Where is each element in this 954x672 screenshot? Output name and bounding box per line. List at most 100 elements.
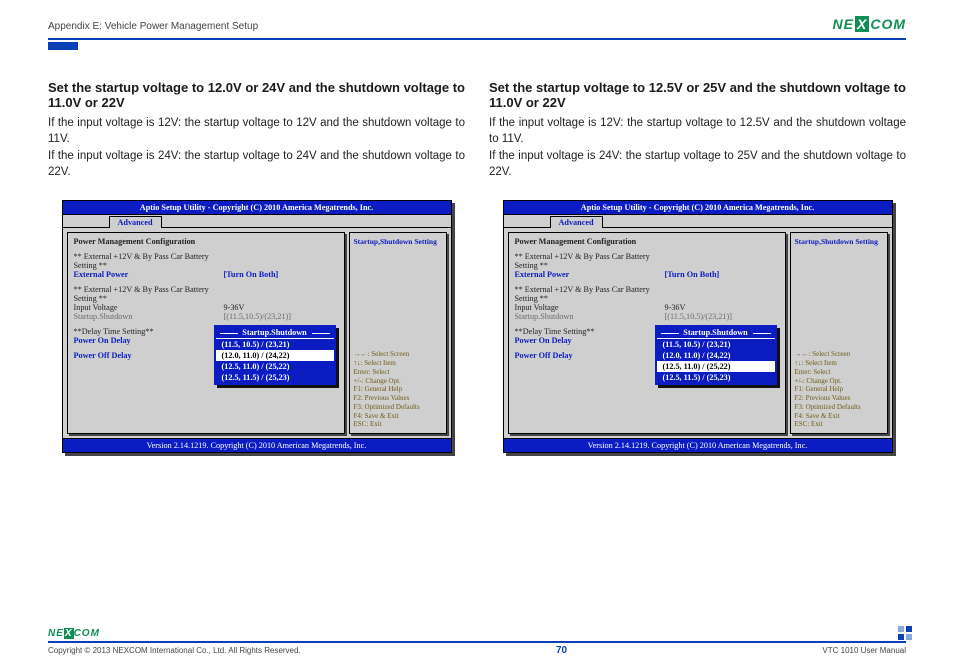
ext-heading-2: ** External +12V & By Pass Car Battery S… — [74, 285, 224, 303]
help-line: ESC: Exit — [354, 420, 442, 429]
help-line: →←: Select Screen — [795, 350, 883, 359]
footer-rule — [48, 641, 906, 643]
pm-config-title: Power Management Configuration — [74, 237, 338, 246]
bios-footer: Version 2.14.1219. Copyright (C) 2010 Am… — [504, 438, 892, 452]
help-line: F1: General Help — [795, 385, 883, 394]
right-pane-title: Startup,Shutdown Setting — [354, 237, 442, 246]
right-paragraph-1: If the input voltage is 12V: the startup… — [489, 116, 906, 147]
power-off-delay[interactable]: Power Off Delay — [74, 351, 224, 360]
logo-small-com: COM — [74, 628, 100, 639]
external-power-value[interactable]: [Turn On Both] — [665, 270, 720, 279]
ext-heading-2: ** External +12V & By Pass Car Battery S… — [515, 285, 665, 303]
popup-option[interactable]: (11.5, 10.5) / (23,21) — [657, 339, 775, 350]
ext-heading-1: ** External +12V & By Pass Car Battery S… — [515, 252, 665, 270]
bios-footer: Version 2.14.1219. Copyright (C) 2010 Am… — [63, 438, 451, 452]
input-voltage-value: 9-36V — [665, 303, 686, 312]
bios-tabbar: Advanced — [504, 215, 892, 228]
page-footer: NEXCOM Copyright © 2013 NEXCOM Internati… — [0, 628, 954, 656]
help-line: ↑↓: Select Item — [354, 359, 442, 368]
help-line: →←: Select Screen — [354, 350, 442, 359]
manual-name: VTC 1010 User Manual — [822, 646, 906, 655]
appendix-title: Appendix E: Vehicle Power Management Set… — [48, 21, 258, 32]
bios-screenshot-right: Aptio Setup Utility - Copyright (C) 2010… — [503, 200, 893, 453]
startup-shutdown-popup[interactable]: Startup.Shutdown (11.5, 10.5) / (23,21)(… — [214, 325, 336, 385]
popup-title: Startup.Shutdown — [216, 327, 334, 339]
right-pane-title: Startup,Shutdown Setting — [795, 237, 883, 246]
bios-left-pane: Power Management Configuration ** Extern… — [67, 232, 345, 434]
left-paragraph-2: If the input voltage is 24V: the startup… — [48, 149, 465, 180]
input-voltage-label[interactable]: Input Voltage — [515, 303, 665, 312]
popup-option[interactable]: (12.5, 11.5) / (25,23) — [216, 372, 334, 383]
help-line: F3: Optimized Defaults — [795, 403, 883, 412]
external-power-label[interactable]: External Power — [74, 270, 224, 279]
bios-right-pane: Startup,Shutdown Setting →←: Select Scre… — [790, 232, 888, 434]
external-power-value[interactable]: [Turn On Both] — [224, 270, 279, 279]
right-paragraph-2: If the input voltage is 24V: the startup… — [489, 149, 906, 180]
logo-small-ne: NE — [48, 628, 64, 639]
content-columns: Set the startup voltage to 12.0V or 24V … — [0, 50, 954, 453]
help-line: +/-: Change Opt. — [795, 377, 883, 386]
help-line: F3: Optimized Defaults — [354, 403, 442, 412]
help-line: Enter: Select — [354, 368, 442, 377]
help-line: ↑↓: Select Item — [795, 359, 883, 368]
popup-option[interactable]: (12.0, 11.0) / (24,22) — [216, 350, 334, 361]
bios-left-pane: Power Management Configuration ** Extern… — [508, 232, 786, 434]
bios-body: Power Management Configuration ** Extern… — [504, 228, 892, 438]
startup-shutdown-value: [(11.5,10.5)/(23,21)] — [665, 312, 732, 321]
startup-shutdown-label[interactable]: Startup.Shutdown — [74, 312, 224, 321]
bios-window: Aptio Setup Utility - Copyright (C) 2010… — [62, 200, 452, 453]
help-line: F1: General Help — [354, 385, 442, 394]
left-section-title: Set the startup voltage to 12.0V or 24V … — [48, 80, 465, 110]
bios-window: Aptio Setup Utility - Copyright (C) 2010… — [503, 200, 893, 453]
external-power-label[interactable]: External Power — [515, 270, 665, 279]
bios-body: Power Management Configuration ** Extern… — [63, 228, 451, 438]
power-off-delay[interactable]: Power Off Delay — [515, 351, 665, 360]
bios-titlebar: Aptio Setup Utility - Copyright (C) 2010… — [63, 201, 451, 215]
corner-decoration — [898, 626, 914, 642]
bios-screenshot-left: Aptio Setup Utility - Copyright (C) 2010… — [62, 200, 452, 453]
popup-option[interactable]: (12.5, 11.0) / (25,22) — [216, 361, 334, 372]
input-voltage-label[interactable]: Input Voltage — [74, 303, 224, 312]
help-line: F2: Previous Values — [354, 394, 442, 403]
input-voltage-value: 9-36V — [224, 303, 245, 312]
help-line: F2: Previous Values — [795, 394, 883, 403]
logo-small-x: X — [64, 628, 74, 639]
startup-shutdown-value: [(11.5,10.5)/(23,21)] — [224, 312, 291, 321]
right-section-title: Set the startup voltage to 12.5V or 25V … — [489, 80, 906, 110]
nexcom-logo: NEXCOM — [833, 16, 906, 32]
power-on-delay[interactable]: Power On Delay — [515, 336, 665, 345]
help-line: ESC: Exit — [795, 420, 883, 429]
header-tab-decoration — [48, 42, 78, 50]
popup-title: Startup.Shutdown — [657, 327, 775, 339]
power-on-delay[interactable]: Power On Delay — [74, 336, 224, 345]
copyright-text: Copyright © 2013 NEXCOM International Co… — [48, 646, 301, 655]
left-column: Set the startup voltage to 12.0V or 24V … — [48, 80, 465, 453]
logo-part-ne: NE — [833, 16, 854, 32]
bios-tab-advanced[interactable]: Advanced — [109, 216, 162, 228]
startup-shutdown-popup[interactable]: Startup.Shutdown (11.5, 10.5) / (23,21)(… — [655, 325, 777, 385]
delay-heading: **Delay Time Setting** — [74, 327, 224, 336]
startup-shutdown-label[interactable]: Startup.Shutdown — [515, 312, 665, 321]
logo-part-x: X — [855, 16, 869, 32]
popup-option[interactable]: (12.0, 11.0) / (24,22) — [657, 350, 775, 361]
delay-heading: **Delay Time Setting** — [515, 327, 665, 336]
bios-tab-advanced[interactable]: Advanced — [550, 216, 603, 228]
left-paragraph-1: If the input voltage is 12V: the startup… — [48, 116, 465, 147]
bios-titlebar: Aptio Setup Utility - Copyright (C) 2010… — [504, 201, 892, 215]
logo-part-com: COM — [870, 16, 906, 32]
bios-right-pane: Startup,Shutdown Setting →←: Select Scre… — [349, 232, 447, 434]
bios-tabbar: Advanced — [63, 215, 451, 228]
popup-option[interactable]: (12.5, 11.5) / (25,23) — [657, 372, 775, 383]
help-key-list: →←: Select Screen↑↓: Select ItemEnter: S… — [354, 350, 442, 429]
popup-option[interactable]: (12.5, 11.0) / (25,22) — [657, 361, 775, 372]
right-column: Set the startup voltage to 12.5V or 25V … — [489, 80, 906, 453]
page-header: Appendix E: Vehicle Power Management Set… — [0, 0, 954, 36]
popup-option[interactable]: (11.5, 10.5) / (23,21) — [216, 339, 334, 350]
nexcom-logo-small: NEXCOM — [48, 628, 100, 639]
ext-heading-1: ** External +12V & By Pass Car Battery S… — [74, 252, 224, 270]
page-number: 70 — [556, 645, 567, 656]
help-key-list: →←: Select Screen↑↓: Select ItemEnter: S… — [795, 350, 883, 429]
pm-config-title: Power Management Configuration — [515, 237, 779, 246]
header-rule — [48, 38, 906, 40]
help-line: +/-: Change Opt. — [354, 377, 442, 386]
